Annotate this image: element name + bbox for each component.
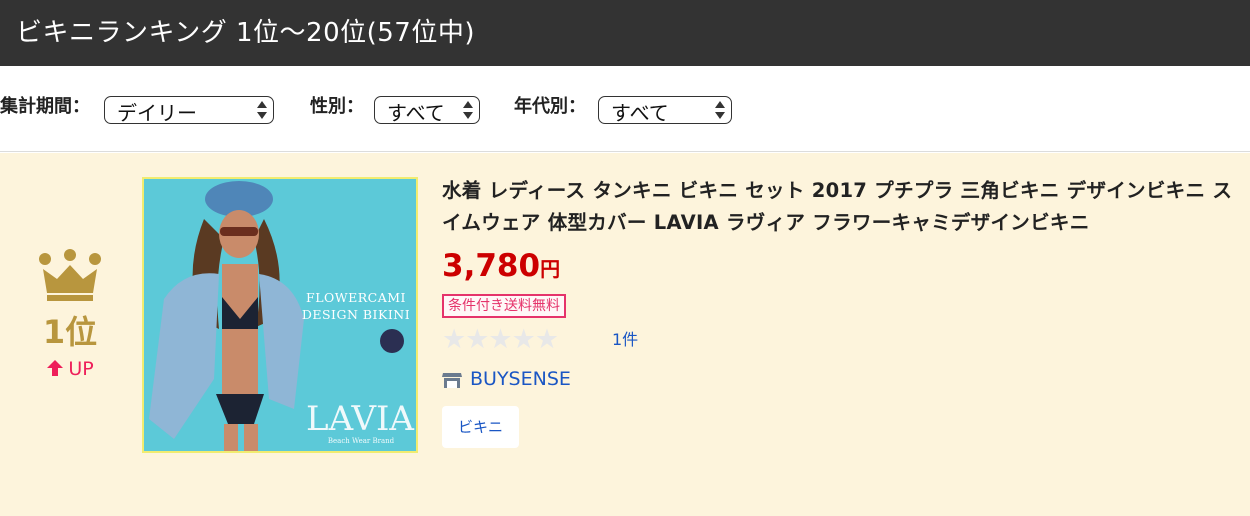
period-select[interactable]: デイリー (104, 96, 274, 124)
rating-stars-icon: ★★★★★ (442, 324, 559, 355)
age-select-value: すべて (611, 101, 669, 124)
product-image[interactable]: FLOWERCAMI DESIGN BIKINI LAVIA. Beach We… (142, 177, 418, 453)
gender-select[interactable]: すべて (374, 96, 480, 124)
period-select-value: デイリー (117, 101, 197, 124)
page-title: ビキニランキング 1位〜20位(57位中) (16, 18, 475, 48)
crown-icon (39, 249, 101, 301)
product-info: 水着 レディース タンキニ ビキニ セット 2017 プチプラ 三角ビキニ デザ… (442, 175, 1242, 448)
age-select[interactable]: すべて (598, 96, 732, 124)
image-overlay-text: FLOWERCAMI DESIGN BIKINI (301, 290, 411, 322)
price-value: 3,780 (442, 248, 541, 284)
review-count-link[interactable]: 1件 (612, 329, 638, 351)
product-price: 3,780円 (442, 247, 1242, 288)
image-brand-logo: LAVIA. (306, 399, 418, 439)
ranking-item[interactable]: 1位 UP FLOWERCAMI DESIGN BIKINI LAVIA. Be… (0, 153, 1250, 516)
period-label: 集計期間： (0, 96, 90, 117)
category-tag[interactable]: ビキニ (442, 406, 520, 448)
shop-icon (442, 373, 462, 388)
age-label: 年代別： (514, 96, 586, 117)
select-arrows-icon (715, 101, 725, 121)
rating: ★★★★★ 1件 (442, 324, 1242, 355)
gender-label: 性別： (310, 96, 364, 117)
rank-column: 1位 UP (0, 153, 140, 516)
product-title[interactable]: 水着 レディース タンキニ ビキニ セット 2017 プチプラ 三角ビキニ デザ… (442, 175, 1242, 239)
gender-select-value: すべて (387, 101, 445, 124)
rank-change: UP (0, 357, 140, 381)
shipping-badge: 条件付き送料無料 (442, 294, 566, 318)
select-arrows-icon (257, 101, 267, 121)
image-brand-subtitle: Beach Wear Brand (327, 437, 395, 445)
price-unit: 円 (540, 257, 561, 281)
rank-change-label: UP (68, 358, 94, 380)
select-arrows-icon (463, 101, 473, 121)
shop[interactable]: BUYSENSE (442, 366, 1242, 392)
filter-bar: 集計期間： デイリー 性別： すべて 年代別： すべて (0, 66, 1250, 152)
image-badge-icon (380, 329, 404, 353)
up-arrow-icon (47, 359, 64, 376)
rank-number: 1位 (42, 313, 98, 351)
shop-name-link[interactable]: BUYSENSE (470, 366, 571, 392)
page-header: ビキニランキング 1位〜20位(57位中) (0, 0, 1250, 66)
